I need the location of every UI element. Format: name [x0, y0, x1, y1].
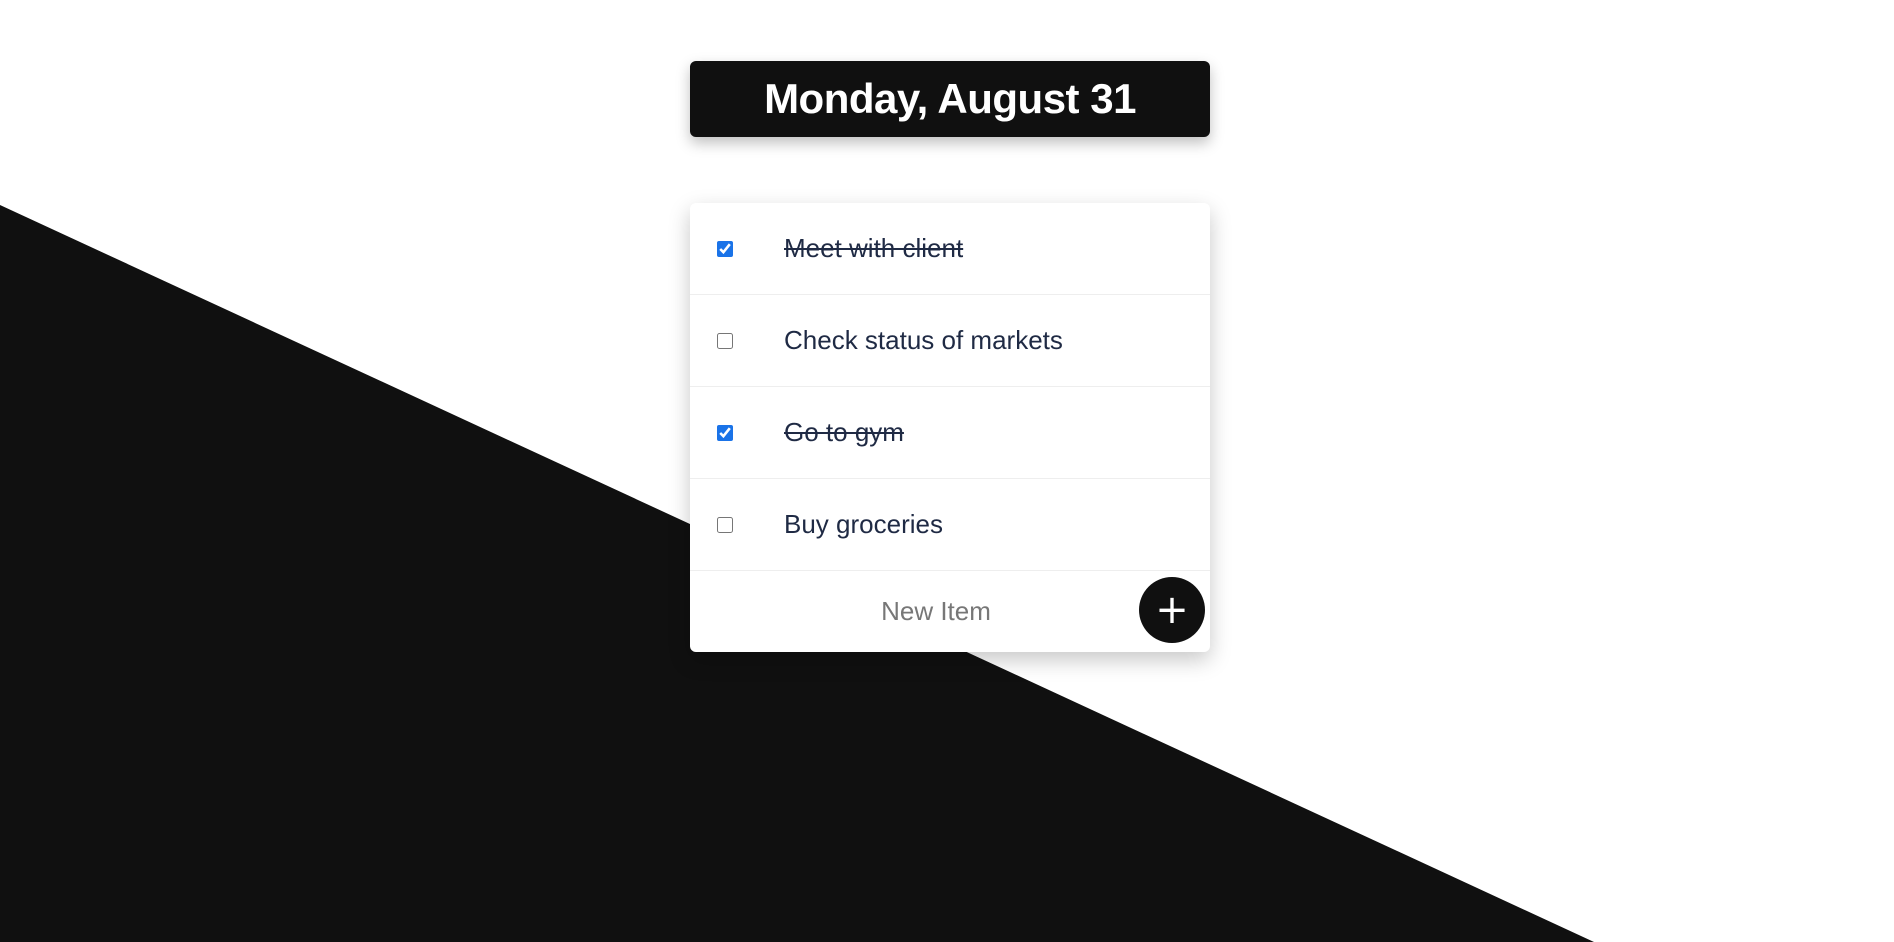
- todo-checkbox[interactable]: [717, 516, 733, 533]
- todo-checkbox[interactable]: [717, 240, 733, 257]
- todo-item[interactable]: Meet with client: [690, 203, 1210, 295]
- new-item-input[interactable]: [726, 571, 1146, 652]
- todo-label: Check status of markets: [784, 325, 1063, 355]
- todo-item[interactable]: Check status of markets: [690, 295, 1210, 387]
- page-title: Monday, August 31: [764, 75, 1136, 122]
- todo-checkbox[interactable]: [717, 332, 733, 349]
- todo-label: Buy groceries: [784, 509, 943, 539]
- date-header: Monday, August 31: [690, 61, 1210, 137]
- plus-icon: +: [1155, 587, 1189, 633]
- todo-item[interactable]: Go to gym: [690, 387, 1210, 479]
- todo-label: Go to gym: [784, 417, 904, 447]
- new-item-row: +: [690, 571, 1210, 652]
- todo-checkbox[interactable]: [717, 424, 733, 441]
- add-item-button[interactable]: +: [1139, 577, 1205, 643]
- todo-item[interactable]: Buy groceries: [690, 479, 1210, 571]
- todo-label: Meet with client: [784, 233, 964, 263]
- todo-list-card: Meet with client Check status of markets…: [690, 203, 1210, 652]
